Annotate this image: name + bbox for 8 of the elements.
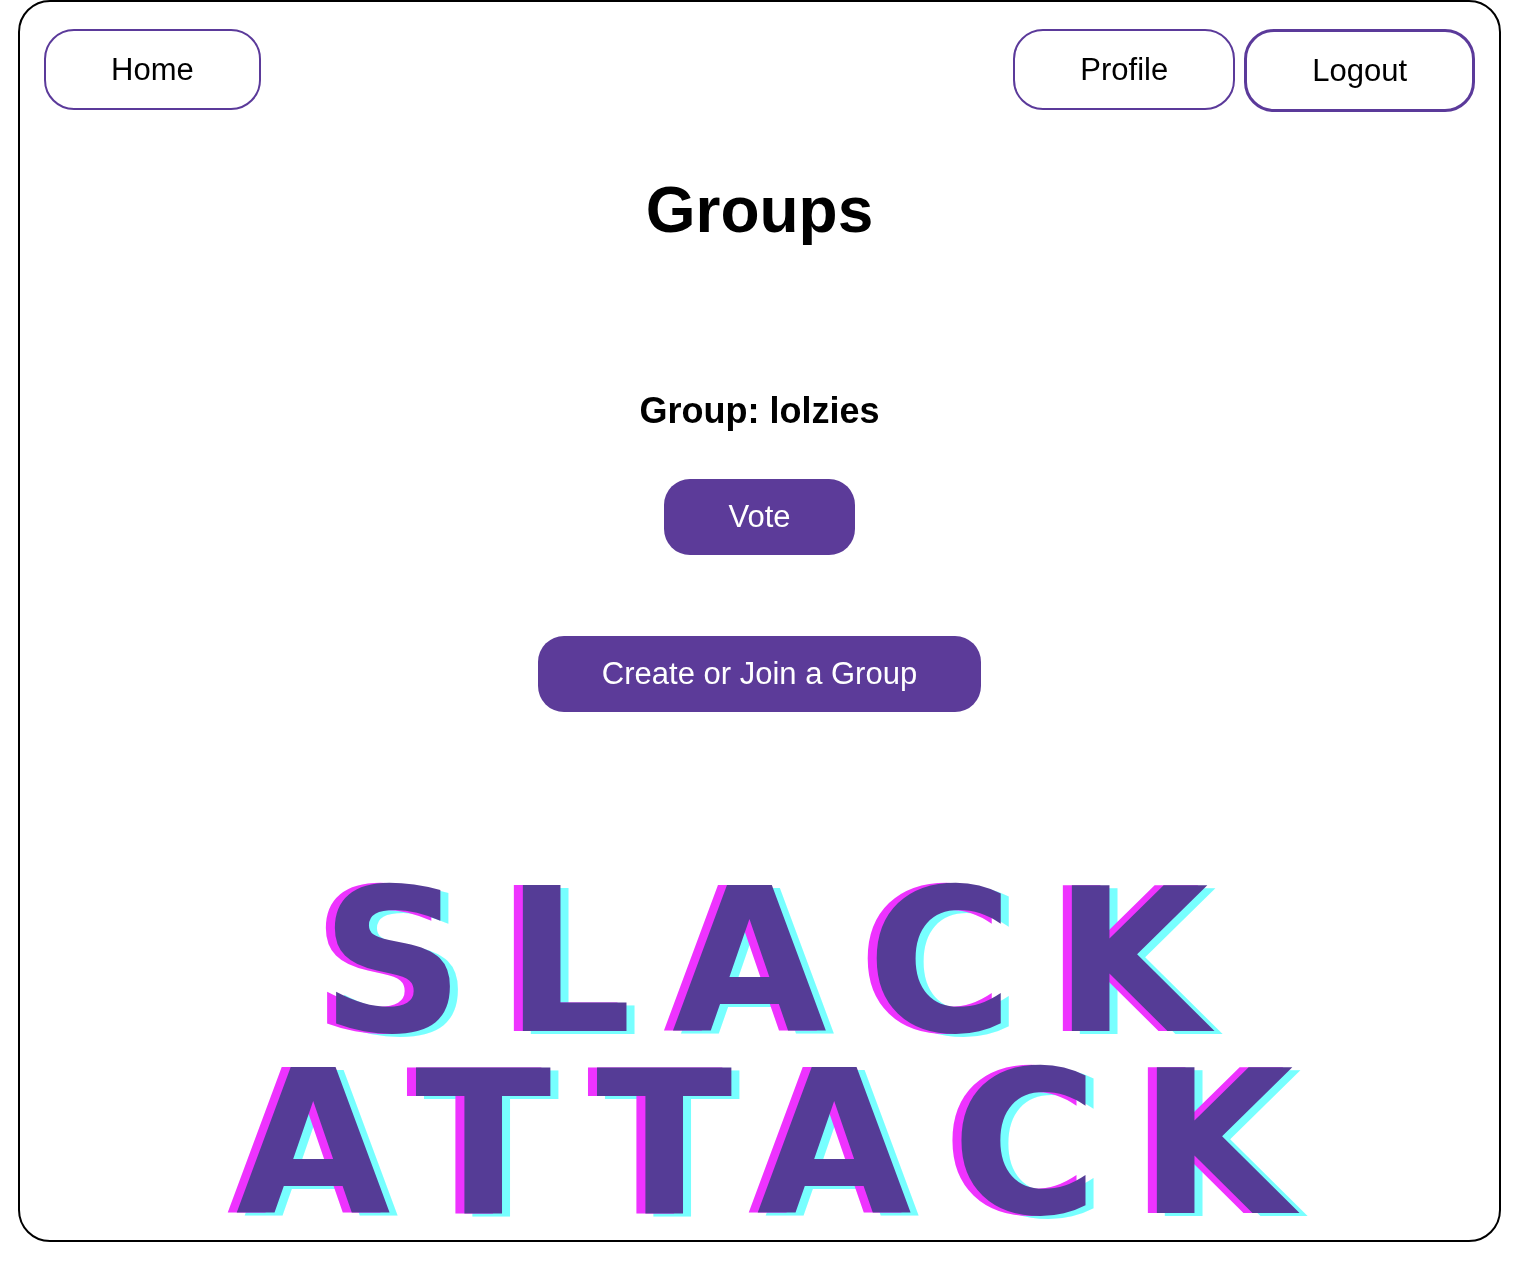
nav-button[interactable]: Home bbox=[44, 29, 261, 110]
logo-text: SLACK bbox=[320, 871, 1249, 1053]
create-join-group-button[interactable]: Create or Join a Group bbox=[537, 636, 982, 712]
nav-button[interactable]: Logout bbox=[1244, 29, 1475, 112]
group-heading: Group: lolzies bbox=[639, 390, 880, 432]
nav-button[interactable]: Profile bbox=[1013, 29, 1236, 110]
page-title: Groups bbox=[645, 173, 874, 247]
vote-button[interactable]: Vote bbox=[664, 479, 855, 555]
